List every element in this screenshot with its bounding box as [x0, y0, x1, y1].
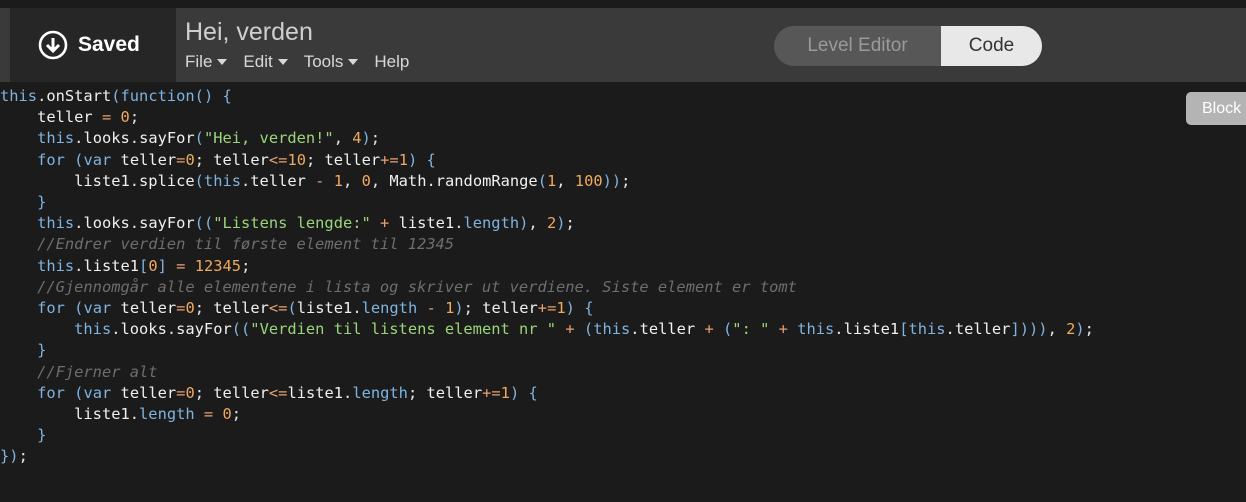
caret-down-icon	[217, 59, 228, 65]
code-line[interactable]: this.looks.sayFor(("Verdien til listens …	[0, 319, 1246, 340]
code-line[interactable]: this.looks.sayFor(("Listens lengde:" + l…	[0, 213, 1246, 234]
code-editor[interactable]: this.onStart(function() { teller = 0; th…	[0, 82, 1246, 502]
menu-help-label: Help	[374, 52, 410, 71]
code-line[interactable]: this.onStart(function() {	[0, 86, 1246, 107]
menu-tools[interactable]: Tools	[304, 52, 359, 72]
app-window: Saved Hei, verden File Edit Tools Help L…	[0, 0, 1246, 502]
top-bar: Saved Hei, verden File Edit Tools Help L…	[0, 8, 1246, 82]
menu-edit[interactable]: Edit	[243, 52, 288, 72]
caret-down-icon	[348, 59, 359, 65]
code-line[interactable]: }	[0, 425, 1246, 446]
code-line[interactable]: //Gjennomgår alle elementene i lista og …	[0, 277, 1246, 298]
menu-help[interactable]: Help	[374, 52, 409, 72]
save-label: Saved	[78, 33, 140, 56]
code-line[interactable]: this.liste1[0] = 12345;	[0, 256, 1246, 277]
code-line[interactable]: liste1.splice(this.teller - 1, 0, Math.r…	[0, 171, 1246, 192]
code-line[interactable]: teller = 0;	[0, 107, 1246, 128]
blocks-button[interactable]: Block	[1186, 92, 1246, 125]
code-line[interactable]: });	[0, 446, 1246, 467]
code-line[interactable]: for (var teller=0; teller<=liste1.length…	[0, 383, 1246, 404]
menu-file-label: File	[185, 52, 213, 71]
project-title[interactable]: Hei, verden	[185, 18, 313, 47]
caret-down-icon	[277, 59, 288, 65]
code-content[interactable]: this.onStart(function() { teller = 0; th…	[0, 82, 1246, 468]
code-line[interactable]: }	[0, 340, 1246, 361]
code-line[interactable]: //Endrer verdien til første element til …	[0, 234, 1246, 255]
tab-level-editor[interactable]: Level Editor	[774, 26, 941, 66]
code-line[interactable]: for (var teller=0; teller<=(liste1.lengt…	[0, 298, 1246, 319]
code-line[interactable]: }	[0, 192, 1246, 213]
tab-code[interactable]: Code	[941, 26, 1042, 66]
code-line[interactable]: //Fjerner alt	[0, 362, 1246, 383]
view-toggle: Level Editor Code	[774, 26, 1042, 66]
save-button[interactable]: Saved	[10, 8, 176, 82]
code-line[interactable]: for (var teller=0; teller<=10; teller+=1…	[0, 150, 1246, 171]
code-line[interactable]: this.looks.sayFor("Hei, verden!", 4);	[0, 128, 1246, 149]
menu-file[interactable]: File	[185, 52, 228, 72]
menu-tools-label: Tools	[303, 52, 344, 71]
code-line[interactable]: liste1.length = 0;	[0, 404, 1246, 425]
menu-edit-label: Edit	[243, 52, 273, 71]
download-circle-icon	[38, 30, 68, 60]
menu-bar: File Edit Tools Help	[185, 52, 409, 72]
